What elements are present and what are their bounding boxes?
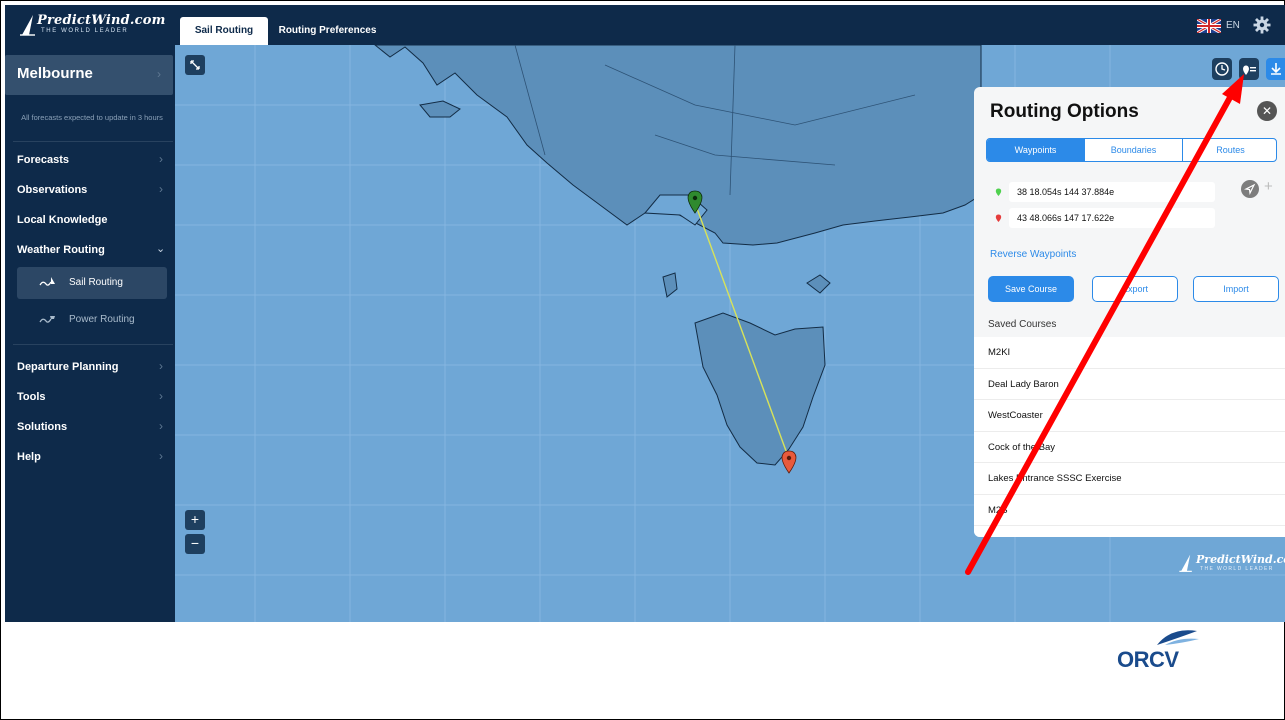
close-icon[interactable]: ✕ [1257, 101, 1277, 121]
import-button[interactable]: Import [1193, 276, 1279, 302]
chevron-down-icon: ⌄ [156, 243, 166, 255]
sidebar-item-observations[interactable]: Observations [17, 184, 87, 196]
list-item[interactable]: Coastal Crt Westernport Shortened [974, 526, 1285, 537]
kangaroo-island [419, 100, 461, 118]
expand-map-button[interactable] [185, 55, 205, 75]
routing-options-tabs: Waypoints Boundaries Routes [986, 138, 1277, 162]
sidebar-item-solutions[interactable]: Solutions [17, 421, 67, 433]
list-item[interactable]: Lakes Entrance SSSC Exercise [974, 463, 1285, 495]
sidebar-subitem-label: Sail Routing [69, 277, 123, 288]
tab-routes[interactable]: Routes [1183, 139, 1276, 161]
routing-options-button[interactable] [1239, 58, 1259, 80]
save-course-button[interactable]: Save Course [988, 276, 1074, 302]
list-item[interactable]: Cock of the Bay [974, 432, 1285, 463]
navigate-icon[interactable] [1241, 180, 1259, 198]
chevron-right-icon: › [157, 67, 161, 81]
sidebar-subitem-sail-routing[interactable]: Sail Routing [17, 267, 167, 299]
tab-routing-preferences[interactable]: Routing Preferences [275, 17, 380, 45]
divider [13, 344, 173, 345]
logo-text: PredictWind.com [37, 13, 166, 28]
gear-icon[interactable] [1253, 16, 1271, 34]
sail-routing-icon [39, 277, 55, 286]
tasmania [694, 312, 826, 466]
sidebar-item-forecasts[interactable]: Forecasts [17, 154, 69, 166]
location-arrow-icon [1244, 183, 1256, 195]
panel-title: Routing Options [990, 101, 1139, 122]
top-bar: PredictWind.com THE WORLD LEADER Sail Ro… [5, 5, 1285, 45]
predictwind-app: PredictWind.com THE WORLD LEADER Sail Ro… [5, 5, 1285, 622]
sail-logo-icon [20, 15, 35, 36]
sidebar-item-local-knowledge[interactable]: Local Knowledge [17, 214, 107, 226]
saved-courses-header: Saved Courses [988, 319, 1057, 330]
watermark-tagline: THE WORLD LEADER [1200, 566, 1274, 572]
orcv-logo-text: ORCV [1117, 647, 1179, 672]
chevron-right-icon: › [159, 182, 163, 196]
zoom-out-button[interactable]: − [185, 534, 205, 554]
language-label[interactable]: EN [1226, 20, 1240, 31]
logo-tagline: THE WORLD LEADER [41, 28, 129, 34]
predictwind-logo[interactable]: PredictWind.com THE WORLD LEADER [19, 13, 165, 37]
watermark-text: PredictWind.com [1196, 553, 1285, 566]
export-button[interactable]: Export [1092, 276, 1178, 302]
orcv-sail-icon [1157, 630, 1199, 645]
chevron-right-icon: › [159, 389, 163, 403]
chevron-right-icon: › [159, 419, 163, 433]
expand-icon [190, 60, 200, 70]
uk-flag-icon[interactable] [1197, 19, 1221, 33]
list-item[interactable]: M2S [974, 495, 1285, 526]
sidebar-item-tools[interactable]: Tools [17, 391, 46, 403]
download-button[interactable] [1266, 58, 1285, 80]
orcv-logo: ORCV [1111, 625, 1211, 681]
location-name: Melbourne [17, 65, 93, 82]
add-waypoint-icon[interactable]: + [1264, 178, 1273, 195]
clock-icon [1215, 62, 1229, 76]
list-item[interactable]: WestCoaster [974, 400, 1285, 432]
location-selector[interactable]: Melbourne › [5, 55, 173, 95]
history-button[interactable] [1212, 58, 1232, 80]
sidebar-subitem-power-routing[interactable]: Power Routing [17, 304, 167, 336]
forecast-update-note: All forecasts expected to update in 3 ho… [21, 113, 163, 122]
sidebar-subitem-label: Power Routing [69, 314, 135, 325]
routing-options-panel: Routing Options ✕ Waypoints Boundaries R… [974, 87, 1285, 537]
start-waypoint-icon [995, 188, 1002, 196]
sidebar-item-weather-routing[interactable]: Weather Routing [17, 244, 105, 256]
tab-waypoints[interactable]: Waypoints [987, 139, 1084, 161]
end-marker-icon [781, 450, 797, 474]
divider [13, 141, 173, 142]
chevron-right-icon: › [159, 152, 163, 166]
chevron-right-icon: › [159, 359, 163, 373]
download-icon [1271, 63, 1281, 75]
end-waypoint-icon [995, 214, 1002, 222]
zoom-in-button[interactable]: + [185, 510, 205, 530]
waypoint-end-field[interactable]: 43 48.066s 147 17.622e [1009, 208, 1215, 228]
waypoint-start-field[interactable]: 38 18.054s 144 37.884e [1009, 182, 1215, 202]
sail-logo-icon [1179, 554, 1192, 572]
map-watermark: PredictWind.com THE WORLD LEADER [1178, 553, 1285, 577]
list-item[interactable]: M2KI [974, 337, 1285, 369]
reverse-waypoints-link[interactable]: Reverse Waypoints [990, 249, 1076, 260]
chevron-right-icon: › [159, 449, 163, 463]
tab-boundaries[interactable]: Boundaries [1085, 139, 1182, 161]
sidebar-item-help[interactable]: Help [17, 451, 41, 463]
power-routing-icon [39, 316, 55, 323]
saved-courses-list: M2KI Deal Lady Baron WestCoaster Cock of… [974, 337, 1285, 537]
sidebar: Melbourne › All forecasts expected to up… [5, 45, 175, 622]
tab-sail-routing[interactable]: Sail Routing [180, 17, 268, 45]
list-item[interactable]: Deal Lady Baron [974, 369, 1285, 400]
sidebar-item-departure-planning[interactable]: Departure Planning [17, 361, 118, 373]
waypoint-list-icon [1243, 65, 1256, 75]
map-view[interactable]: + − PredictWind.com THE WORL [175, 45, 1285, 622]
